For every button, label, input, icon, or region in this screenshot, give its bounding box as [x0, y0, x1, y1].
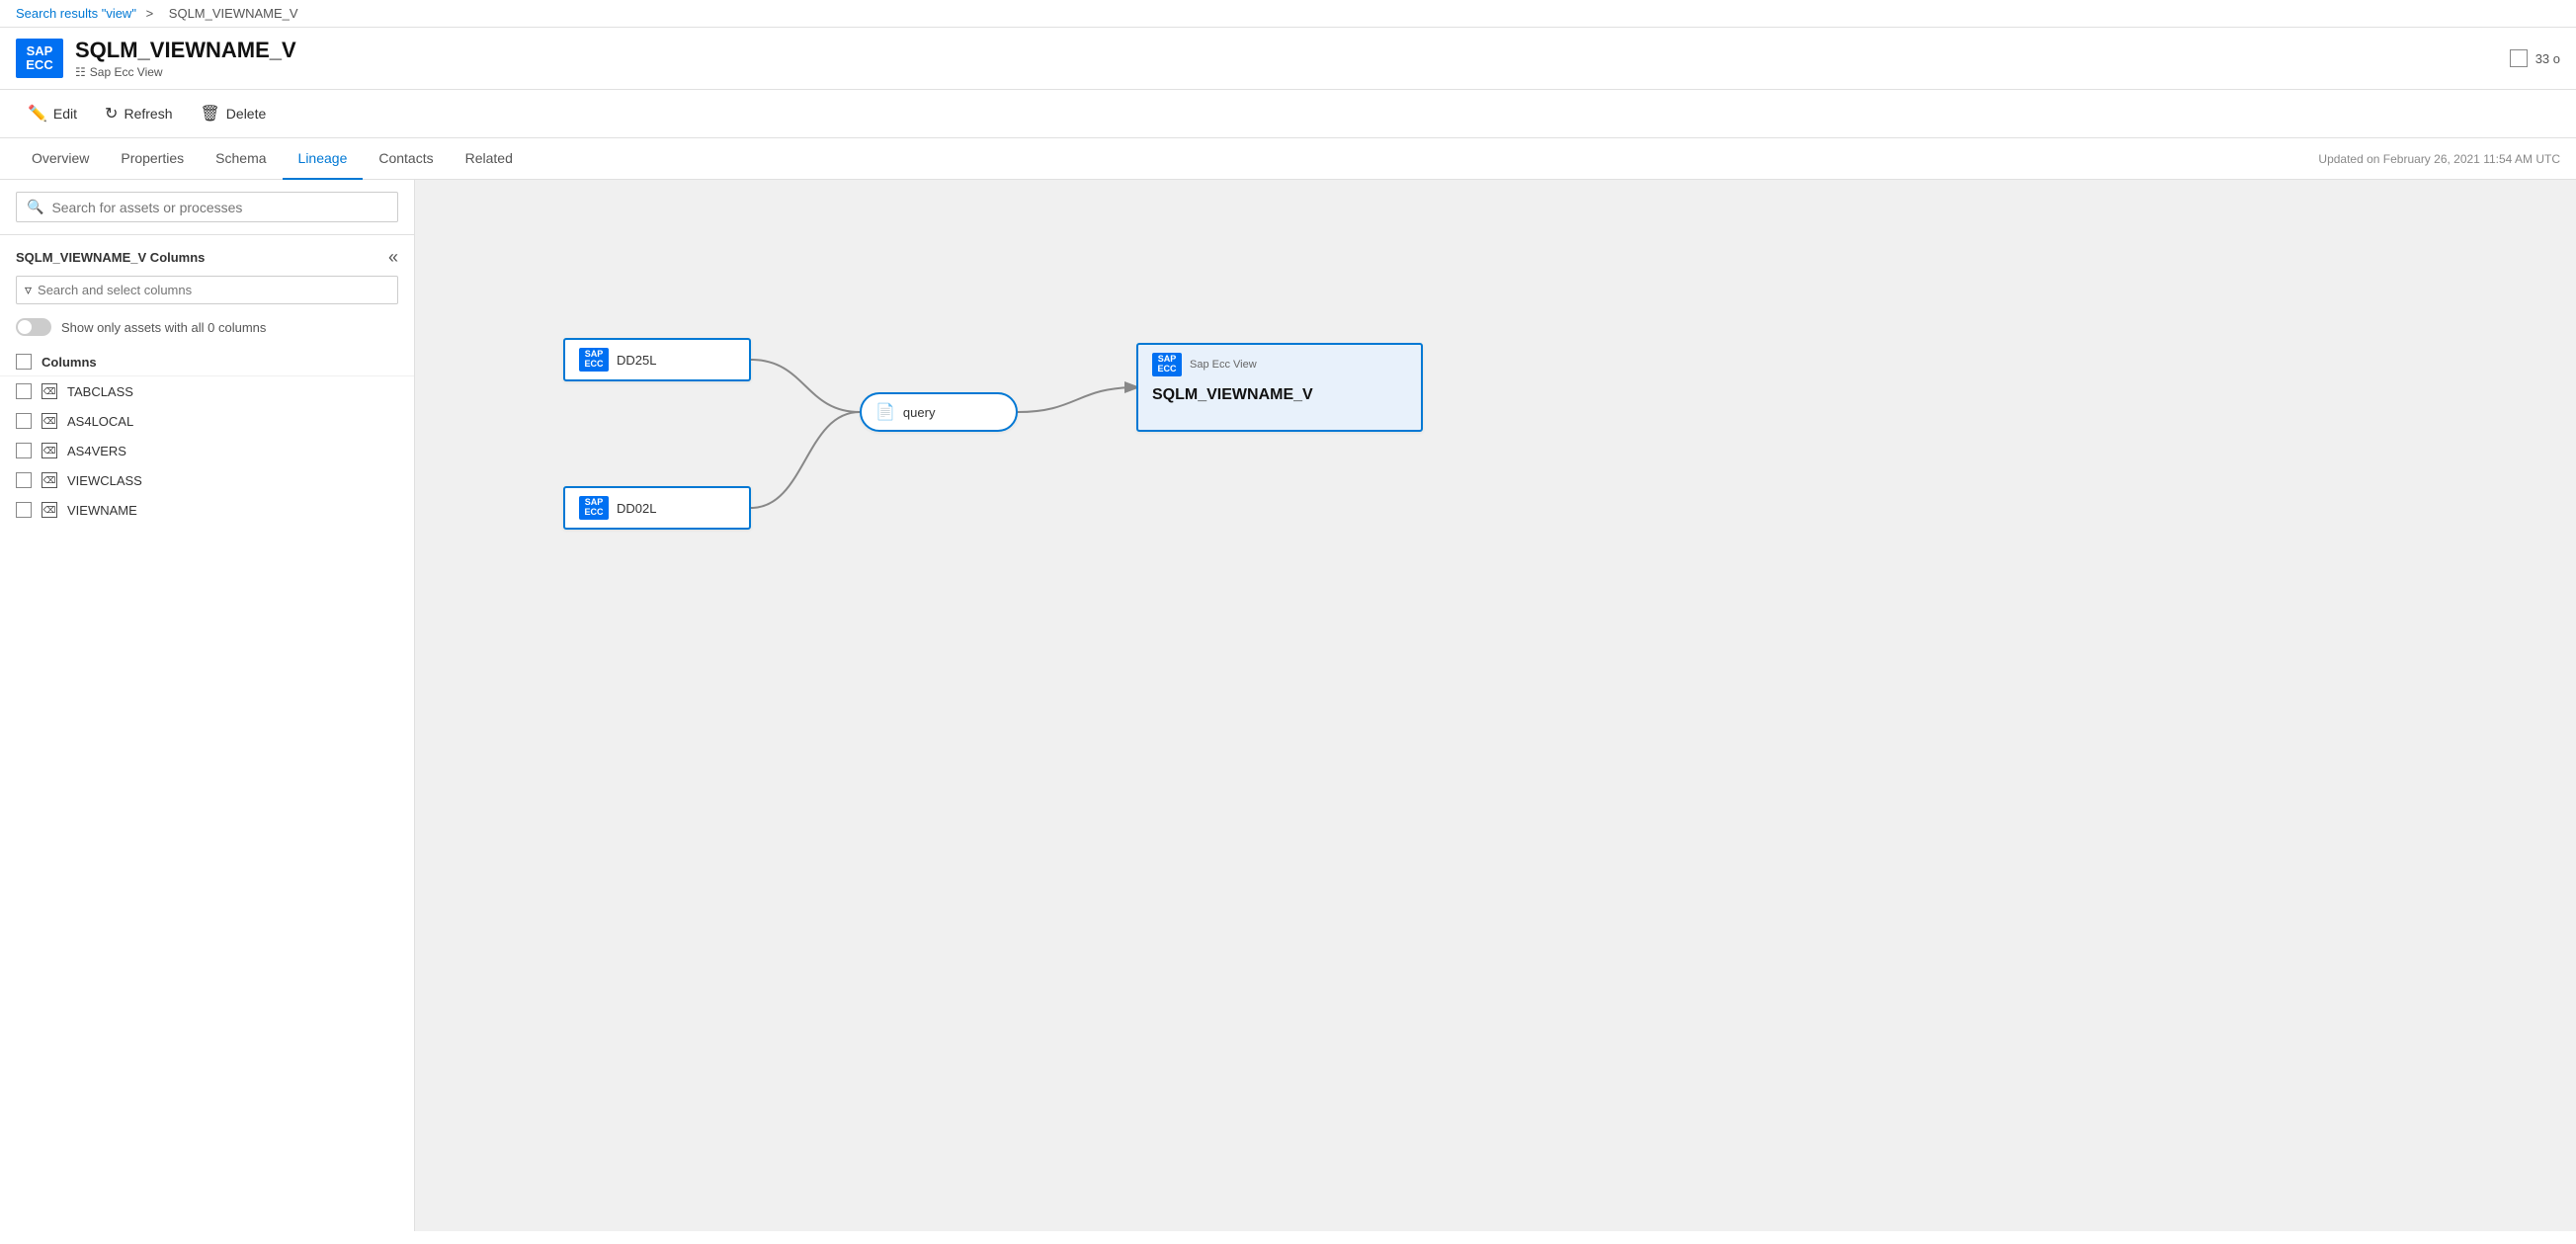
columns-list: Columns ⌫ TABCLASS ⌫ AS4LOCAL ⌫ AS4VERS …	[0, 348, 414, 1231]
node-dest-subtitle: Sap Ecc View	[1190, 359, 1257, 371]
node-dd25l-label: DD25L	[617, 353, 656, 368]
refresh-label: Refresh	[124, 106, 172, 122]
column-item[interactable]: ⌫ TABCLASS	[0, 376, 414, 406]
column-panel-title: SQLM_VIEWNAME_V Columns	[16, 250, 205, 265]
tabs-bar: Overview Properties Schema Lineage Conta…	[0, 138, 2576, 180]
column-search-wrapper: ▿	[0, 276, 414, 312]
column-panel-title-bold: SQLM_VIEWNAME_V	[16, 250, 146, 265]
tab-related[interactable]: Related	[450, 138, 529, 180]
lineage-node-query[interactable]: 📄 query	[860, 392, 1018, 432]
columns-container: ⌫ TABCLASS ⌫ AS4LOCAL ⌫ AS4VERS ⌫ VIEWCL…	[0, 376, 414, 525]
column-checkbox[interactable]	[16, 472, 32, 488]
lineage-canvas-wrapper[interactable]: SAPECC DD25L SAPECC DD02L 📄 query SAPECC…	[415, 180, 2576, 1231]
toggle-row: Show only assets with all 0 columns	[0, 312, 414, 348]
process-doc-icon: 📄	[875, 402, 895, 422]
toolbar: ✏️ Edit ↻ Refresh 🗑 Delete	[0, 90, 2576, 138]
breadcrumb-link[interactable]: Search results "view"	[16, 6, 136, 21]
column-name: VIEWCLASS	[67, 473, 142, 488]
edit-button[interactable]: ✏️ Edit	[16, 98, 89, 129]
columns-list-header: Columns	[0, 348, 414, 376]
edit-label: Edit	[53, 106, 77, 122]
column-name: AS4VERS	[67, 444, 126, 458]
header-checkbox[interactable]	[2510, 49, 2528, 67]
page-title: SQLM_VIEWNAME_V	[75, 38, 2510, 63]
column-checkbox[interactable]	[16, 502, 32, 518]
column-icon: ⌫	[42, 502, 57, 518]
lineage-node-dd25l[interactable]: SAPECC DD25L	[563, 338, 751, 381]
header-right: 33 o	[2510, 49, 2560, 67]
column-item[interactable]: ⌫ VIEWNAME	[0, 495, 414, 525]
show-only-toggle[interactable]	[16, 318, 51, 336]
node-sap-logo-dd02l: SAPECC	[579, 496, 609, 520]
tab-contacts[interactable]: Contacts	[363, 138, 449, 180]
column-name: VIEWNAME	[67, 503, 137, 518]
delete-icon: 🗑	[200, 104, 219, 124]
asset-search-bar[interactable]: 🔍	[16, 192, 398, 222]
columns-header-label: Columns	[42, 355, 97, 370]
column-icon: ⌫	[42, 383, 57, 399]
filter-icon: ▿	[25, 282, 32, 298]
lineage-node-destination[interactable]: SAPECC Sap Ecc View SQLM_VIEWNAME_V	[1136, 343, 1423, 432]
column-item[interactable]: ⌫ VIEWCLASS	[0, 465, 414, 495]
search-icon: 🔍	[27, 199, 43, 215]
left-panel: 🔍 SQLM_VIEWNAME_V Columns « ▿ Show onl	[0, 180, 415, 1231]
column-checkbox[interactable]	[16, 413, 32, 429]
subtitle-text: Sap Ecc View	[90, 65, 163, 79]
select-all-checkbox[interactable]	[16, 354, 32, 370]
column-panel-title-rest: Columns	[146, 250, 205, 265]
refresh-button[interactable]: ↻ Refresh	[93, 98, 184, 129]
column-checkbox[interactable]	[16, 443, 32, 458]
sap-logo: SAPECC	[16, 39, 63, 78]
column-search-input[interactable]	[38, 283, 389, 297]
header: SAPECC SQLM_VIEWNAME_V ☷ Sap Ecc View 33…	[0, 28, 2576, 90]
refresh-icon: ↻	[105, 104, 118, 124]
column-item[interactable]: ⌫ AS4VERS	[0, 436, 414, 465]
header-counter: 33 o	[2535, 51, 2560, 66]
breadcrumb: Search results "view" > SQLM_VIEWNAME_V	[0, 0, 2576, 28]
main-content: 🔍 SQLM_VIEWNAME_V Columns « ▿ Show onl	[0, 180, 2576, 1231]
column-name: TABCLASS	[67, 384, 133, 399]
node-sap-logo-dd25l: SAPECC	[579, 348, 609, 372]
collapse-panel-button[interactable]: «	[388, 247, 398, 268]
delete-label: Delete	[226, 106, 266, 122]
header-subtitle: ☷ Sap Ecc View	[75, 65, 2510, 79]
node-query-label: query	[903, 405, 936, 420]
column-name: AS4LOCAL	[67, 414, 133, 429]
node-dd02l-label: DD02L	[617, 501, 656, 516]
column-panel-header: SQLM_VIEWNAME_V Columns «	[0, 235, 414, 276]
node-sap-logo-dest: SAPECC	[1152, 353, 1182, 376]
breadcrumb-separator: >	[146, 6, 154, 21]
edit-icon: ✏️	[28, 104, 47, 124]
column-icon: ⌫	[42, 443, 57, 458]
tab-properties[interactable]: Properties	[105, 138, 200, 180]
column-icon: ⌫	[42, 472, 57, 488]
lineage-node-dd02l[interactable]: SAPECC DD02L	[563, 486, 751, 530]
tab-updated: Updated on February 26, 2021 11:54 AM UT…	[2318, 140, 2560, 178]
tab-lineage[interactable]: Lineage	[283, 138, 364, 180]
sap-logo-text: SAPECC	[26, 44, 52, 73]
asset-search-input[interactable]	[51, 200, 387, 215]
delete-button[interactable]: 🗑 Delete	[188, 98, 278, 129]
asset-search-wrapper: 🔍	[0, 180, 414, 235]
column-item[interactable]: ⌫ AS4LOCAL	[0, 406, 414, 436]
node-dest-title: SQLM_VIEWNAME_V	[1152, 386, 1313, 404]
subtitle-icon: ☷	[75, 65, 86, 79]
tab-schema[interactable]: Schema	[200, 138, 282, 180]
toggle-label: Show only assets with all 0 columns	[61, 320, 266, 335]
column-checkbox[interactable]	[16, 383, 32, 399]
column-search-bar[interactable]: ▿	[16, 276, 398, 304]
column-panel: SQLM_VIEWNAME_V Columns « ▿ Show only as…	[0, 235, 414, 1231]
tab-overview[interactable]: Overview	[16, 138, 105, 180]
column-icon: ⌫	[42, 413, 57, 429]
header-info: SQLM_VIEWNAME_V ☷ Sap Ecc View	[75, 38, 2510, 79]
breadcrumb-current: SQLM_VIEWNAME_V	[169, 6, 298, 21]
